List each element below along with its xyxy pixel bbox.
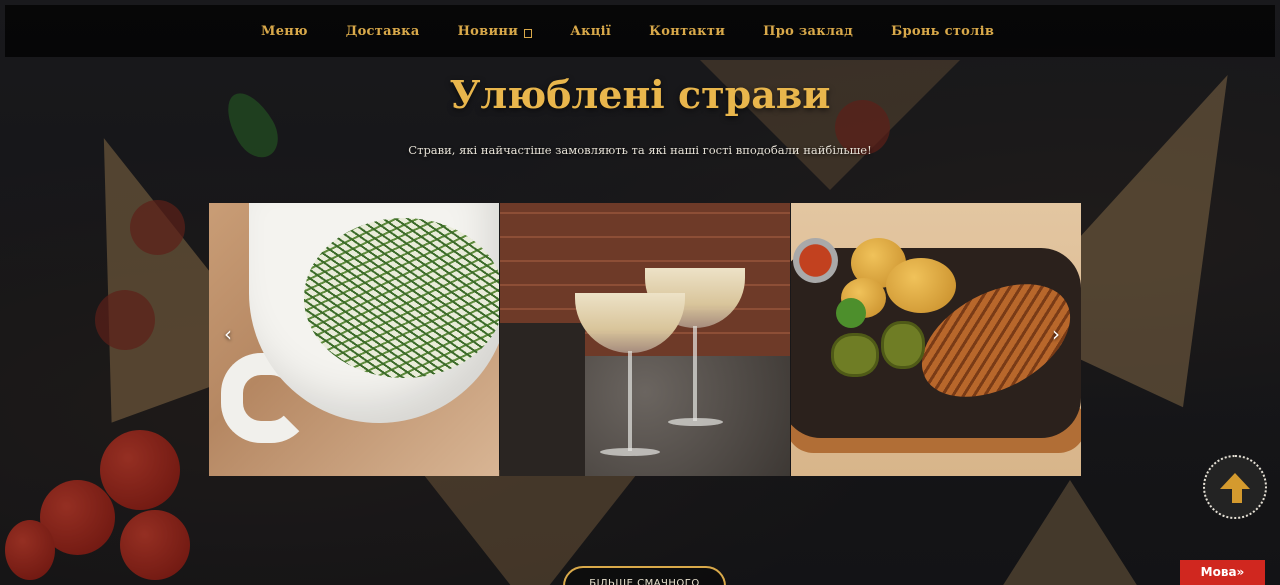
chevron-left-icon[interactable]: ‹ bbox=[224, 322, 232, 346]
section-title: Улюблені страви bbox=[449, 72, 831, 117]
nav-item-delivery[interactable]: Доставка bbox=[346, 24, 420, 39]
dessert-glass-decor bbox=[575, 293, 685, 353]
herb-decor bbox=[836, 298, 866, 328]
language-button[interactable]: Мова» bbox=[1180, 560, 1265, 585]
glass-base-decor bbox=[600, 448, 660, 456]
nav-item-booking[interactable]: Бронь столів bbox=[891, 24, 994, 39]
nav-item-contacts[interactable]: Контакти bbox=[649, 24, 725, 39]
soup-decor bbox=[304, 218, 499, 378]
dishes-carousel bbox=[209, 203, 1081, 476]
section-subtitle: Страви, які найчастіше замовляють та які… bbox=[408, 143, 872, 157]
back-to-top-button[interactable] bbox=[1203, 455, 1267, 519]
nav-item-news[interactable]: Новини bbox=[458, 24, 533, 39]
nav-item-menu[interactable]: Меню bbox=[261, 24, 308, 39]
nav-item-label: Контакти bbox=[649, 23, 726, 39]
main-nav: Меню Доставка Новини Акції Контакти Про … bbox=[5, 5, 1275, 57]
slide-dessert[interactable] bbox=[500, 203, 790, 476]
slide-soup[interactable] bbox=[209, 203, 499, 476]
more-dishes-button[interactable]: БІЛЬШЕ СМАЧНОГО bbox=[563, 566, 726, 585]
nav-item-label: Меню bbox=[261, 23, 308, 39]
box-decor bbox=[500, 323, 585, 476]
potato-decor bbox=[886, 258, 956, 313]
nav-item-label: Бронь столів bbox=[891, 23, 995, 39]
nav-item-label: Акції bbox=[570, 23, 612, 39]
glass-base-decor bbox=[668, 418, 723, 426]
nav-item-about[interactable]: Про заклад bbox=[763, 24, 853, 39]
glass-stem-decor bbox=[628, 351, 632, 451]
sauce-bowl-decor bbox=[793, 238, 838, 283]
nav-item-label: Про заклад bbox=[763, 23, 854, 39]
nav-item-label: Доставка bbox=[345, 23, 420, 39]
nav-item-promotions[interactable]: Акції bbox=[570, 24, 611, 39]
nav-item-label: Новини bbox=[457, 23, 519, 39]
chevron-right-icon[interactable]: › bbox=[1052, 322, 1060, 346]
pickle-decor bbox=[831, 333, 879, 377]
arrow-up-icon-stem bbox=[1232, 487, 1242, 503]
pickle-decor bbox=[881, 321, 925, 369]
dropdown-box-icon bbox=[524, 29, 533, 38]
slide-grilled-chicken[interactable] bbox=[791, 203, 1081, 476]
glass-stem-decor bbox=[693, 326, 697, 421]
